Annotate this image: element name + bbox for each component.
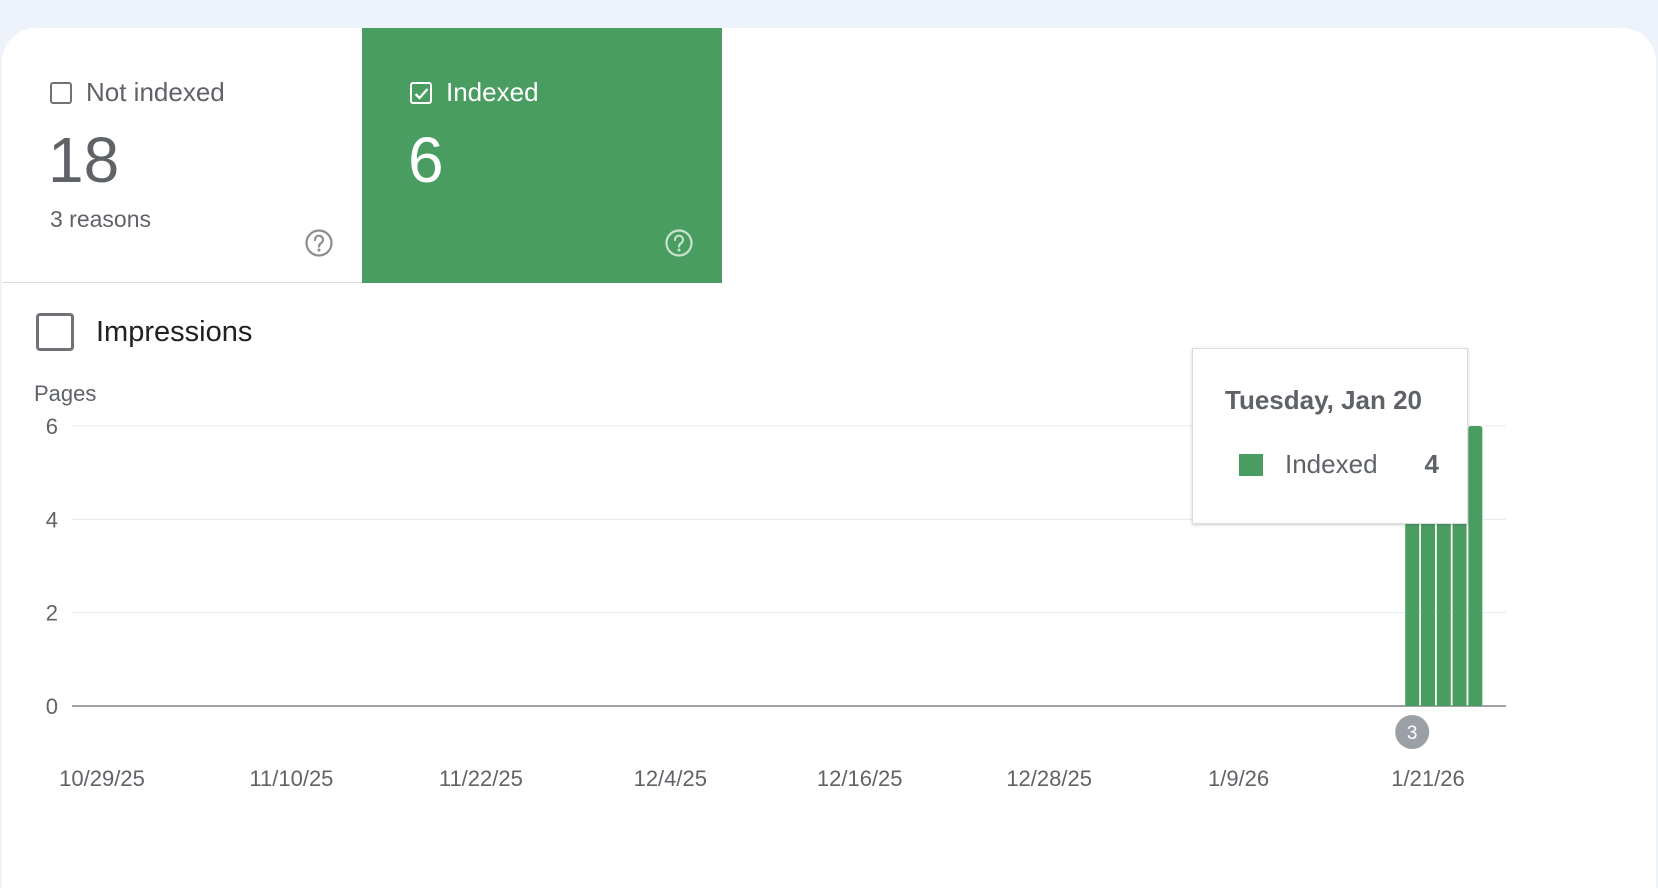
y-tick-label: 4	[46, 507, 58, 532]
x-tick-label: 12/4/25	[634, 766, 707, 791]
tooltip-row: Indexed 4	[1239, 449, 1439, 480]
tooltip-swatch	[1239, 453, 1263, 476]
index-coverage-card: Not indexed 18 3 reasons Indexed 6 Impre…	[2, 28, 1656, 888]
x-tick-label: 11/22/25	[439, 766, 523, 791]
tooltip-series-name: Indexed	[1285, 449, 1378, 479]
x-tick-label: 1/21/26	[1391, 766, 1464, 791]
bar	[1405, 519, 1420, 706]
y-tick-label: 0	[46, 694, 58, 719]
y-axis-label: Pages	[34, 381, 96, 406]
x-tick-label: 10/29/25	[59, 766, 145, 791]
annotation-label: 3	[1407, 723, 1418, 744]
tooltip-date: Tuesday, Jan 20	[1225, 385, 1423, 415]
y-tick-label: 2	[46, 601, 58, 626]
x-tick-label: 11/10/25	[249, 766, 333, 791]
chart-tooltip: Tuesday, Jan 20 Indexed 4	[1192, 348, 1468, 524]
x-tick-label: 12/16/25	[817, 766, 903, 791]
y-tick-label: 6	[46, 414, 58, 439]
x-tick-label: 1/9/26	[1208, 766, 1269, 791]
tooltip-value: 4	[1424, 449, 1439, 479]
bar	[1468, 426, 1483, 706]
x-tick-label: 12/28/25	[1006, 766, 1092, 791]
